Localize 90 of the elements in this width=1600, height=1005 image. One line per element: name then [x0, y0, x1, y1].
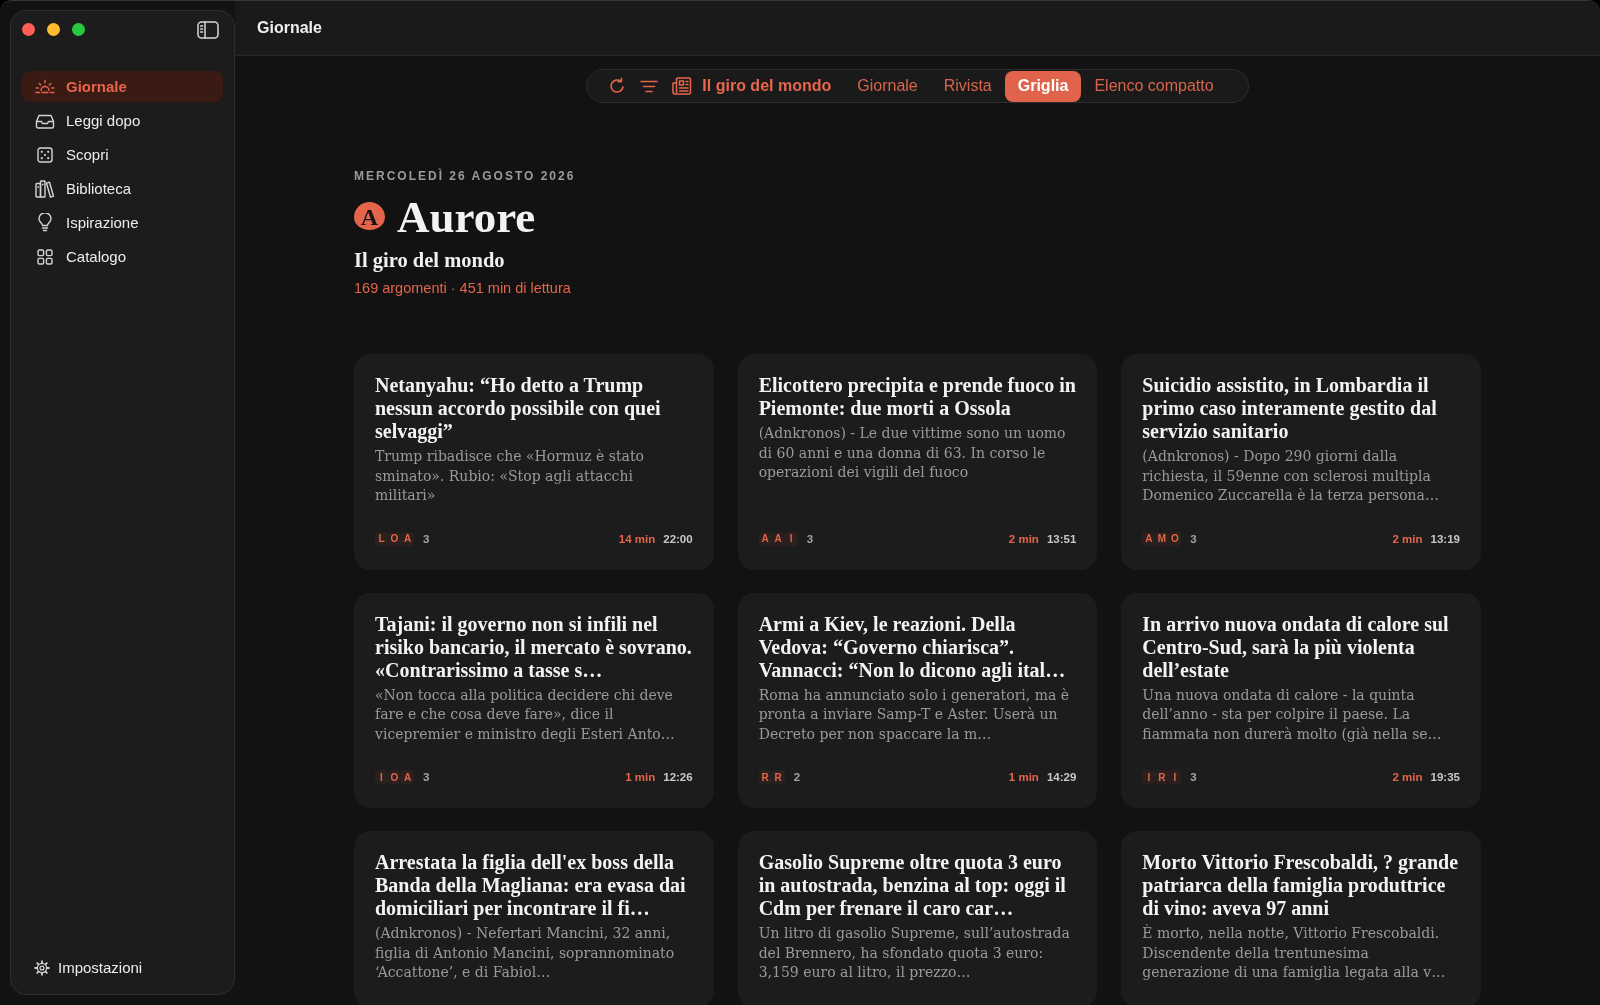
article-card[interactable] [1121, 354, 1481, 570]
article-title: Armi a Kiev, le reazioni. Della Vedova: “Governo chiarisca”. Vannacci: “Non lo dicono agli ital… [758, 612, 1067, 682]
source-count: 3 [423, 532, 430, 545]
grid-icon [37, 248, 53, 265]
publish-time: 14:29 [1046, 771, 1077, 783]
article-title: Tajani: il governo non si infili nel risiko bancario, il mercato è sovrano. «Contrarissimo a tasse s… [375, 612, 693, 682]
publish-time: 13:19 [1430, 532, 1460, 545]
sidebar-item[interactable]: Catalogo [22, 241, 223, 272]
sidebar-item[interactable]: Biblioteca [22, 173, 223, 204]
feed-button[interactable]: Il giro del mondo [672, 70, 845, 102]
sidebar-toggle-icon[interactable] [197, 20, 219, 39]
brand-logo: A [354, 201, 385, 233]
article-card[interactable] [737, 592, 1098, 808]
minimize-button[interactable] [47, 23, 60, 36]
sidebar-item[interactable]: Ispirazione [22, 207, 223, 238]
source-badge: O [1168, 531, 1182, 546]
publish-time: 22:00 [663, 532, 693, 545]
publish-time: 12:26 [663, 771, 693, 783]
view-tab[interactable]: Elenco compatto [1081, 70, 1227, 102]
read-time: 2 min [1008, 532, 1039, 545]
publish-time: 13:51 [1046, 532, 1077, 545]
article-title: Suicidio assistito, in Lombardia il primo caso interamente gestito dal servizio sanitario [1142, 374, 1438, 443]
read-time: 1 min [1008, 771, 1039, 783]
source-badge: A [758, 531, 772, 546]
read-time: 2 min [1392, 532, 1423, 545]
sunrise-icon [35, 79, 55, 94]
article-summary: (Adnkronos) - Dopo 290 giorni dalla richiesta, il 59enne con sclerosi multipla Domenico Zuccarella è la terza persona… [1142, 447, 1440, 505]
settings-icon [34, 959, 50, 976]
article-summary: Una nuova ondata di calore - la quinta dell’anno - sta per colpire il paese. La fiammata non durerà molto (già nella se… [1142, 685, 1443, 744]
read-time: 1 min [625, 771, 656, 783]
source-badge: I [1142, 770, 1156, 784]
article-title: In arrivo nuova ondata di calore sul Centro-Sud, sarà la più violenta dell’estate [1142, 612, 1450, 682]
article-summary: (Adnkronos) - Nefertari Mancini, 32 anni, figlia di Antonio Mancini, soprannominato ‘Accattone’, e di Fabiol… [375, 924, 676, 982]
edition-stats: 169 argomenti · 451 min di lettura [354, 279, 572, 297]
source-badge: R [758, 770, 772, 784]
source-count: 3 [1190, 532, 1197, 545]
read-time: 14 min [618, 532, 656, 545]
books-icon [35, 179, 55, 198]
source-badge: R [771, 770, 785, 784]
source-badge: M [1155, 531, 1169, 546]
source-badge: I [1168, 770, 1182, 784]
source-count: 2 [793, 771, 801, 783]
close-button[interactable] [22, 23, 35, 36]
source-badge: R [1155, 770, 1169, 784]
source-count: 3 [806, 532, 814, 545]
source-badge: O [388, 770, 401, 784]
newspaper-icon [672, 77, 693, 95]
brand-name: Aurore [397, 194, 536, 240]
zoom-button[interactable] [72, 23, 85, 36]
article-card[interactable] [1121, 592, 1481, 808]
article-title: Elicottero precipita e prende fuoco in Piemonte: due morti a Ossola [758, 374, 1077, 420]
article-summary: Trump ribadisce che «Hormuz è stato sminato». Rubio: «Stop agli attacchi militari» [375, 447, 645, 505]
source-count: 3 [1190, 771, 1197, 783]
edition-title: Il giro del mondo [354, 248, 506, 273]
article-card[interactable] [737, 354, 1098, 570]
refresh-icon[interactable] [608, 77, 627, 95]
article-summary: È morto, nella notte, Vittorio Frescobaldi. Discendente della trentunesima generazione di una famiglia legata alla v… [1142, 924, 1447, 982]
filter-icon[interactable] [640, 79, 659, 93]
settings-item[interactable]: Impostazioni [22, 952, 223, 983]
source-badge: A [771, 531, 785, 546]
article-card[interactable] [354, 592, 714, 808]
window-title: Giornale [257, 19, 322, 37]
sidebar-item[interactable]: Leggi dopo [22, 105, 223, 136]
source-count: 3 [423, 771, 430, 783]
source-badge: L [375, 531, 388, 546]
date-label: MERCOLEDÌ 26 AGOSTO 2026 [354, 168, 577, 184]
article-title: Gasolio Supreme oltre quota 3 euro in autostrada, benzina al top: oggi il Cdm per frenare il caro car… [758, 851, 1067, 920]
source-badge: A [401, 770, 414, 784]
article-title: Netanyahu: “Ho detto a Trump nessun accordo possibile con quei selvaggi” [375, 374, 662, 443]
source-badge: A [1142, 531, 1156, 546]
article-title: Morto Vittorio Frescobaldi, ? grande patriarca della famiglia produttrice di vino: aveva 97 anni [1142, 851, 1460, 920]
sidebar-item[interactable]: Scopri [22, 139, 223, 170]
tray-icon [35, 112, 55, 129]
view-tab[interactable]: Rivista [930, 70, 1005, 102]
view-tab[interactable]: Giornale [844, 70, 931, 102]
article-summary: «Non tocca alla politica decidere chi deve fare e che cosa deve fare», dice il vicepremier e ministro degli Esteri Anto… [375, 685, 676, 744]
article-summary: Roma ha annunciato solo i generatori, ma è pronta a inviare Samp-T e Aster. Userà un Decreto per non spaccare la m… [758, 685, 1071, 744]
dice-icon [37, 146, 53, 163]
source-badge: A [401, 531, 414, 546]
article-summary: (Adnkronos) - Le due vittime sono un uomo di 60 anni e una donna di 63. In corso le operazioni dei vigili del fuoco [758, 424, 1067, 482]
source-badge: I [375, 770, 388, 784]
article-card[interactable]: Netanyahu: “Ho detto a Trump nessun accordo possibile con quei selvaggi” Trump ribadisce che «Hormuz è stato sminato». Rubio: «Stop agli attacchi militari» L O A 3 14 min 22:00 [354, 354, 714, 570]
publish-time: 19:35 [1430, 771, 1460, 783]
article-summary: Un litro di gasolio Supreme, sull’autostrada del Brennero, ha sfondato quota 3 euro: 3,159 euro al litro, il prezzo… [758, 924, 1071, 982]
source-badge: O [388, 531, 401, 546]
sidebar-item[interactable]: Giornale [22, 71, 223, 102]
source-badge: I [784, 531, 798, 546]
article-title: Arrestata la figlia dell'ex boss della Banda della Magliana: era evasa dai domiciliari per incontrare il fi… [375, 851, 687, 920]
read-time: 2 min [1392, 771, 1423, 783]
lightbulb-icon [38, 213, 52, 232]
